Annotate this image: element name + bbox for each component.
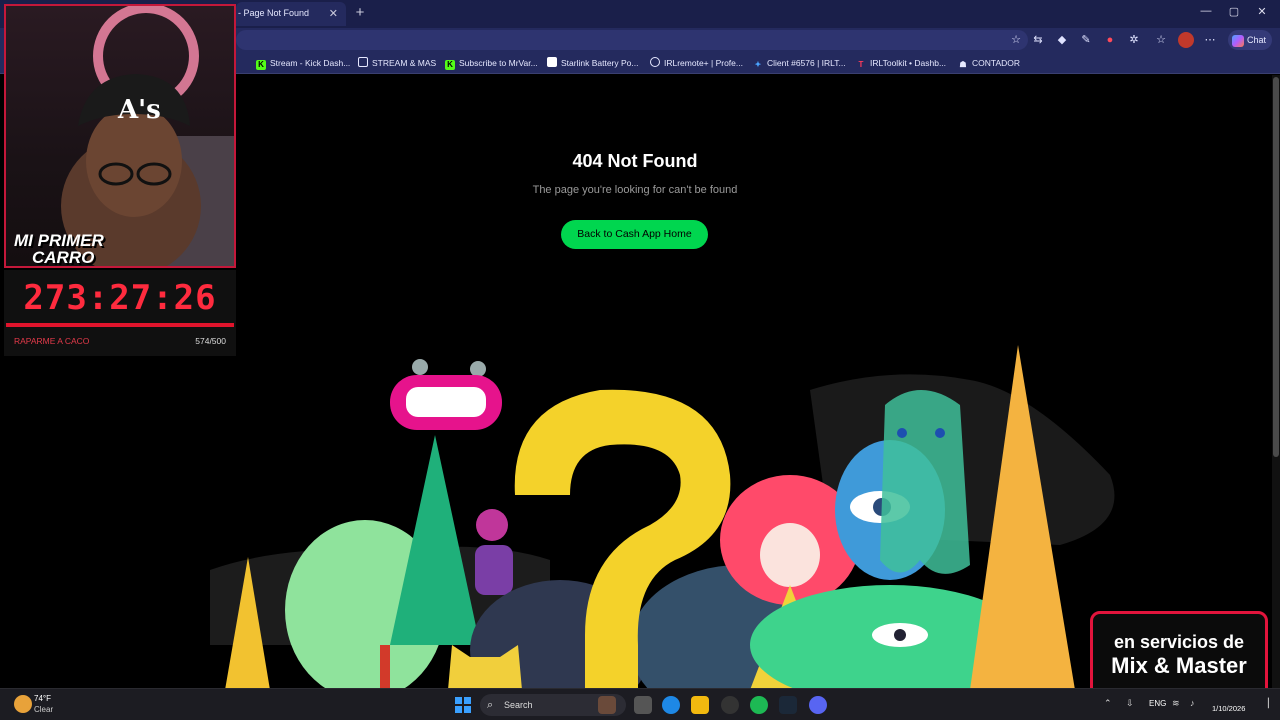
notification-icon[interactable]: ▏ [1268,698,1275,709]
favorite-star-icon[interactable]: ☆ [1008,32,1024,48]
tab-close-icon[interactable]: ✕ [329,7,338,20]
bookmark-label: CONTADOR [972,58,1021,68]
promo-line2: Mix & Master [1111,653,1247,678]
clock-date[interactable]: 1/10/2026 [1212,704,1245,713]
webcam-image: A's [61,6,234,266]
weather-condition: Clear [34,705,54,714]
language-indicator[interactable]: ENG [1149,699,1166,708]
minimize-button[interactable]: — [1196,5,1216,17]
bookmark-label: IRLToolkit • Dashb... [870,58,947,68]
steam-icon[interactable] [779,696,797,714]
widgets-icon[interactable] [598,696,616,714]
goal-label: RAPARME A CACO [14,336,90,346]
bookmark-item[interactable]: ✦ Client #6576 | IRLT... [753,56,846,70]
cam-label-line1: MI PRIMER [14,231,104,250]
countdown-timer: 273:27:26 [23,278,217,318]
subathon-timer-widget: 273:27:26 RAPARME A CACO 574/500 [4,270,236,356]
favorites-icon[interactable]: ☆ [1153,32,1169,48]
chat-label: Chat [1247,35,1267,45]
start-windows-icon[interactable] [455,697,471,713]
close-window-button[interactable]: ✕ [1252,5,1272,18]
svg-text:A's: A's [117,95,161,125]
doc-icon [547,57,557,67]
volume-icon[interactable]: ♪ [1190,698,1195,708]
kick-icon: K [445,60,455,70]
copilot-chat-button[interactable]: Chat [1228,30,1273,50]
extension-icon[interactable]: ⇆ [1030,32,1046,48]
bookmark-item[interactable]: K Subscribe to MrVar... [445,56,538,70]
file-explorer-icon[interactable] [691,696,709,714]
extension-red-icon[interactable]: ● [1102,32,1118,48]
bookmark-folder[interactable]: STREAM & MAS [358,56,436,70]
kick-icon: K [256,60,266,70]
extension-feather-icon[interactable]: ✎ [1078,32,1094,48]
tray-download-icon[interactable]: ⇩ [1126,698,1134,709]
copilot-icon [1232,34,1244,47]
obs-icon[interactable] [721,696,739,714]
goal-count: 574/500 [195,336,226,346]
new-tab-button[interactable]: + [352,4,368,22]
bookmark-item[interactable]: ☗ CONTADOR [958,56,1020,70]
extension-diamond-icon[interactable]: ◆ [1054,32,1070,48]
promo-line1: en servicios de [1113,632,1245,652]
edge-icon[interactable] [662,696,680,714]
extensions-puzzle-icon[interactable]: ✲ [1126,32,1142,48]
task-view-icon[interactable] [634,696,652,714]
folder-icon [358,57,368,67]
bookmark-label: STREAM & MAS [372,58,437,68]
address-bar[interactable]: ☆ [236,30,1028,50]
maximize-button[interactable]: ▢ [1224,5,1244,18]
wifi-icon[interactable]: ≋ [1172,698,1180,709]
page-scrollbar[interactable] [1272,75,1280,688]
not-found-illustration [210,345,1115,688]
goal-progress-fill [6,323,234,327]
webcam-overlay: A's MI PRIMER CARRO [4,4,236,268]
discord-icon[interactable] [809,696,827,714]
weather-moon-icon [14,695,32,713]
globe-icon [650,57,660,67]
bookmark-label: Stream - Kick Dash... [270,58,351,68]
weather-temperature: 74°F [34,694,51,703]
taskbar: 74°F Clear ⌕ Search ⌃ ⇩ ENG ≋ ♪ 1/10/202… [0,688,1280,720]
bookmark-item[interactable]: T IRLToolkit • Dashb... [856,56,947,70]
goal-progress-bar [6,323,234,327]
bookmark-item[interactable]: K Stream - Kick Dash... [256,56,350,70]
scrollbar-thumb[interactable] [1273,77,1279,457]
bookmark-item[interactable]: Starlink Battery Po... [547,56,638,70]
bookmark-item[interactable]: IRLremote+ | Profe... [650,56,743,70]
tab-title: - Page Not Found [238,8,310,18]
bookmark-label: Subscribe to MrVar... [459,58,538,68]
tab-page-not-found[interactable]: - Page Not Found ✕ [236,2,346,26]
back-home-button[interactable]: Back to Cash App Home [561,220,708,249]
bookmark-label: Starlink Battery Po... [561,58,639,68]
spotify-icon[interactable] [750,696,768,714]
promo-banner: en servicios de Mix & Master [1090,611,1268,699]
search-icon: ⌕ [487,699,494,711]
more-menu-icon[interactable]: ⋯ [1202,32,1218,48]
cam-label-line2: CARRO [32,248,95,267]
profile-avatar[interactable] [1178,32,1194,48]
bookmark-label: Client #6576 | IRLT... [767,58,846,68]
bookmark-label: IRLremote+ | Profe... [664,58,743,68]
cam-label: MI PRIMER CARRO [14,232,104,266]
irltoolkit-icon: T [858,60,864,69]
contador-icon: ☗ [959,60,967,69]
client-icon: ✦ [754,60,762,69]
search-label: Search [504,700,533,710]
tray-chevron-icon[interactable]: ⌃ [1104,698,1112,709]
